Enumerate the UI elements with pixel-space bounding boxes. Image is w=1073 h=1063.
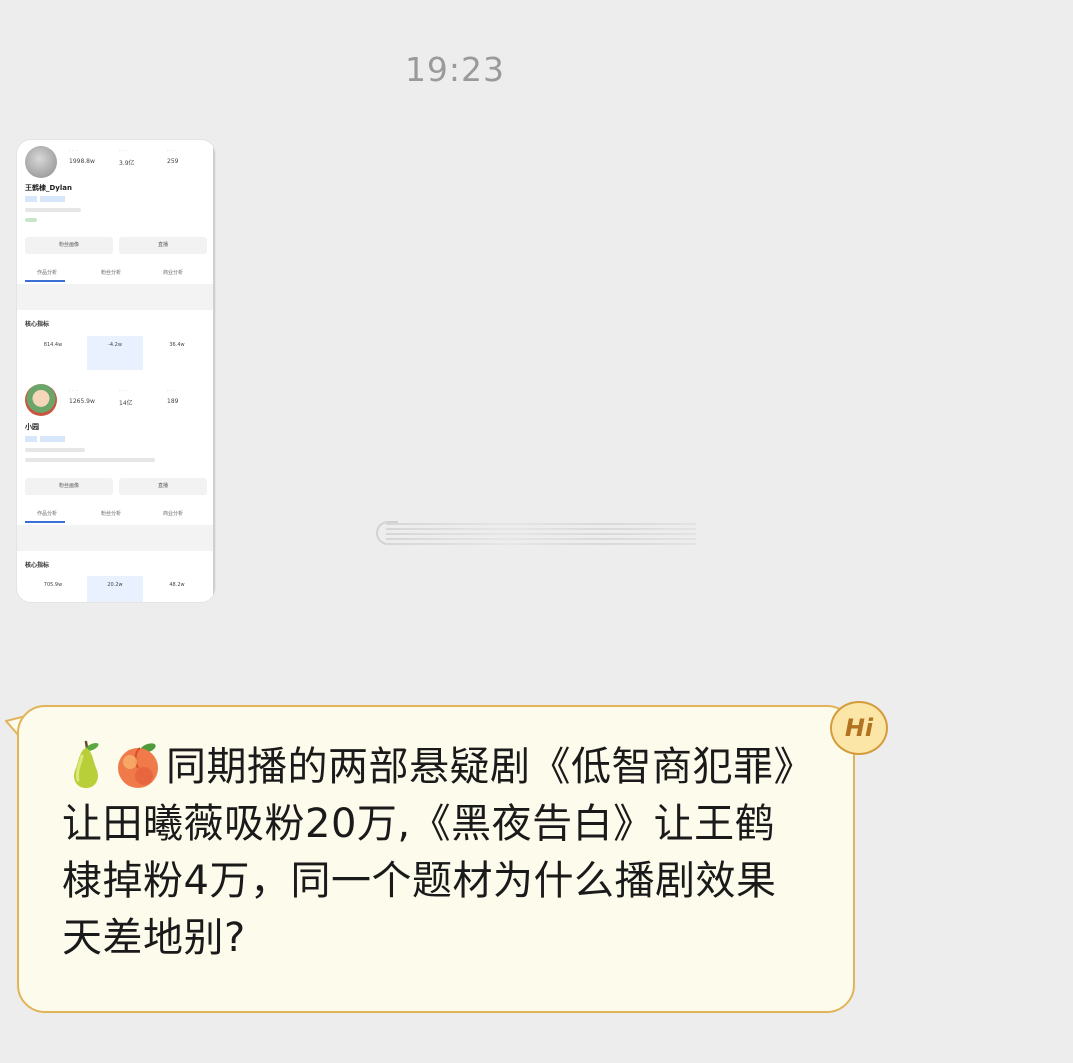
profile-2-name: 小园 <box>25 423 39 431</box>
profile-1-stat-likes: 3.9亿 <box>119 160 135 167</box>
profile-1-stat-followers: 1998.8w <box>69 158 95 165</box>
profile-1-stat-works: 259 <box>167 158 179 165</box>
chat-timestamp: 19:23 <box>404 50 506 89</box>
text-message-content[interactable]: 同期播的两部悬疑剧《低智商犯罪》让田曦薇吸粉20万,《黑夜告白》让王鹤棣掉粉4万… <box>62 738 802 967</box>
profile-2-stat-works: 189 <box>167 398 179 405</box>
profile-2-metric-3: 48.2w <box>169 582 185 588</box>
profile-1-section-title: 核心指标 <box>25 321 50 328</box>
profile-1-metric-1: 814.4w <box>43 342 63 348</box>
pear-emoji-icon <box>74 740 99 788</box>
profile-2-button-fans: 粉丝画像 <box>25 478 113 495</box>
loading-placeholder <box>376 519 696 547</box>
profile-2-stat-followers: 1265.9w <box>69 398 95 405</box>
profile-2-tags <box>25 436 65 442</box>
profile-2-contact-line <box>25 458 155 462</box>
text-message-body: 同期播的两部悬疑剧《低智商犯罪》让田曦薇吸粉20万,《黑夜告白》让王鹤棣掉粉4万… <box>62 744 794 961</box>
image-message-thumbnail[interactable]: · · · 1998.8w · · · 3.9亿 · · · 259 王鹤棣_Dyla… <box>17 140 215 602</box>
profile-2-info-line <box>25 448 85 452</box>
profile-1-info-line <box>25 208 81 212</box>
profile-1-metric-2: -4.2w <box>87 336 143 370</box>
profile-2-notice-band <box>17 525 215 551</box>
profile-2-avatar <box>25 384 57 416</box>
profile-2-button-live: 直播 <box>119 478 207 495</box>
profile-1-status-line <box>25 218 37 222</box>
profile-1-button-fans: 粉丝画像 <box>25 237 113 254</box>
profile-2-metric-2: 20.2w <box>87 576 143 602</box>
profile-1-name: 王鹤棣_Dylan <box>25 184 72 192</box>
hi-badge-icon: Hi <box>830 701 888 755</box>
thumbnail-scroll-edge <box>213 140 215 602</box>
profile-1-button-live: 直播 <box>119 237 207 254</box>
profile-1-metric-3: 36.4w <box>169 342 185 348</box>
profile-1-tags <box>25 196 65 202</box>
profile-2-stat-likes: 14亿 <box>119 400 133 407</box>
profile-1-notice-band <box>17 284 215 310</box>
profile-1-tabs: 作品分析 粉丝分析 商业分析 <box>17 264 215 282</box>
profile-2-tabs: 作品分析 粉丝分析 商业分析 <box>17 505 215 523</box>
profile-2-metric-1: 705.9w <box>43 582 63 588</box>
peach-emoji-icon <box>118 743 158 788</box>
profile-2-section-title: 核心指标 <box>25 562 50 569</box>
profile-1-avatar <box>25 146 57 178</box>
